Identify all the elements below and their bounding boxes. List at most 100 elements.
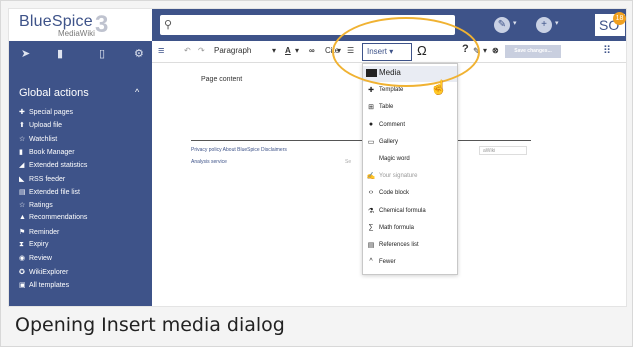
page-body[interactable]: Page content: [201, 76, 242, 83]
sidebar-item[interactable]: ◢ Extended statistics: [19, 161, 87, 174]
logo[interactable]: BlueSpice MediaWiki 3: [9, 9, 152, 41]
search-icon: ⚲: [164, 19, 173, 31]
sidebar-item[interactable]: ▣ All templates: [19, 281, 69, 294]
sidebar-item-label: Upload file: [29, 122, 63, 130]
chevron-up-icon[interactable]: ^: [135, 87, 139, 97]
sidebar-item[interactable]: ✪ WikiExplorer: [19, 268, 68, 281]
logo-mark: 3: [95, 11, 109, 38]
sidebar-section-title[interactable]: Global actions: [19, 87, 89, 99]
sidebar-item[interactable]: ▤ Extended file list: [19, 188, 80, 201]
insert-menu-item-label: Code block: [379, 190, 410, 197]
screenshot-frame: BlueSpice MediaWiki 3 ⚲ ✎ ▾ + ▾ SO 18 ➤ …: [0, 0, 633, 347]
top-bar: BlueSpice MediaWiki 3 ⚲ ✎ ▾ + ▾ SO 18: [9, 9, 626, 41]
sidebar-item[interactable]: ☆ Watchlist: [19, 135, 57, 148]
analysis-service-link[interactable]: Analysis service: [191, 159, 227, 165]
flask-icon: ⚗: [367, 207, 375, 215]
insert-menu-item[interactable]: ✍ Your signature: [363, 169, 457, 185]
signature-icon: ✍: [366, 173, 376, 181]
page-icon[interactable]: ▮: [57, 47, 63, 60]
insert-menu-item-label: References list: [379, 242, 419, 248]
clipboard-icon[interactable]: ▯: [99, 47, 105, 60]
close-icon[interactable]: ⊗: [492, 46, 499, 55]
sidebar-item-label: Book Manager: [29, 148, 75, 156]
sidebar-item[interactable]: ⧗ Expiry: [19, 241, 48, 254]
insert-menu-item[interactable]: ⊞ Table: [363, 100, 457, 116]
footer-search-fragment: Se: [345, 159, 352, 165]
code-icon: ‹›: [368, 189, 374, 197]
insert-menu-item[interactable]: ∑ Math formula: [363, 221, 457, 237]
insert-menu-item-label: Chemical formula: [379, 207, 426, 214]
sigma-icon: ∑: [368, 223, 374, 231]
chevron-down-icon[interactable]: ▾: [555, 19, 559, 27]
footer-divider: [191, 140, 531, 141]
sidebar-item-label: Watchlist: [29, 135, 58, 143]
insert-menu-item[interactable]: ^ Fewer: [363, 255, 457, 271]
chart-icon: ◢: [19, 162, 25, 170]
comment-icon: ●: [368, 120, 374, 128]
references-icon: ▤: [367, 242, 375, 249]
sidebar-item-label: Review: [29, 255, 52, 263]
pencil-icon: ✎: [497, 19, 507, 30]
redo-icon[interactable]: ↷: [198, 46, 205, 55]
plus-icon: +: [541, 19, 547, 30]
save-button[interactable]: Save changes...: [505, 45, 561, 58]
notification-badge[interactable]: 18: [613, 12, 626, 25]
insert-menu-item-label: Template: [379, 87, 404, 94]
gear-icon[interactable]: ⚙: [134, 47, 144, 60]
footer-links[interactable]: Privacy policy About BlueSpice Disclaime…: [191, 147, 287, 153]
sidebar-item[interactable]: ⚑ Reminder: [19, 228, 59, 241]
sidebar-item[interactable]: ✚ Special pages: [19, 108, 73, 121]
insert-menu-item[interactable]: ● Comment: [363, 118, 457, 134]
sidebar-item-label: Recommendations: [29, 214, 88, 222]
paragraph-select[interactable]: Paragraph: [214, 46, 251, 55]
sidebar-item-label: RSS feeder: [29, 175, 66, 183]
navigation-icon[interactable]: ➤: [21, 47, 30, 60]
apps-grid-icon[interactable]: ⠿: [603, 44, 611, 57]
add-button[interactable]: +: [536, 17, 552, 33]
eye-icon: ◉: [19, 255, 26, 263]
sidebar-item[interactable]: ⬆ Upload file: [19, 121, 62, 134]
sidebar-item[interactable]: ◣ RSS feeder: [19, 175, 65, 188]
sidebar-item[interactable]: ☆ Ratings: [19, 201, 53, 214]
insert-menu-item[interactable]: ‹› Code block: [363, 186, 457, 202]
gallery-icon: ▭: [367, 138, 375, 146]
chevron-down-icon[interactable]: ▾: [272, 46, 276, 55]
sidebar-item[interactable]: ◉ Review: [19, 254, 52, 267]
powered-by-badge[interactable]: aWiki: [479, 146, 527, 155]
sidebar: ➤ ▮ ▯ ⚙ Global actions ^ ✚ Special pages ⬆…: [9, 41, 152, 306]
list-icon: ▤: [19, 188, 26, 196]
insert-menu-item[interactable]: Magic word: [363, 152, 457, 168]
insert-menu-item[interactable]: ▤ References list: [363, 238, 457, 254]
undo-icon[interactable]: ↶: [184, 46, 191, 55]
chevron-down-icon[interactable]: ▾: [513, 19, 517, 27]
page-content-text: Page content: [201, 76, 243, 83]
hand-cursor-icon: ☝: [430, 79, 448, 95]
sidebar-toolbar: ➤ ▮ ▯ ⚙: [9, 41, 152, 67]
star-outline-icon: ☆: [19, 202, 26, 210]
caption: Opening Insert media dialog: [15, 314, 285, 336]
sidebar-item-label: Extended file list: [29, 188, 80, 196]
flag-icon: ⚑: [19, 228, 26, 236]
rss-icon: ◣: [19, 175, 25, 183]
insert-menu-item[interactable]: ⚗ Chemical formula: [363, 204, 457, 220]
thumb-icon: ▲: [19, 214, 26, 222]
template-icon: ▣: [19, 281, 26, 289]
chevron-down-icon[interactable]: ▾: [295, 46, 299, 55]
app-window: BlueSpice MediaWiki 3 ⚲ ✎ ▾ + ▾ SO 18 ➤ …: [8, 8, 627, 307]
edit-button[interactable]: ✎: [494, 17, 510, 33]
link-icon[interactable]: ∞: [309, 46, 315, 55]
highlight-annotation: [332, 17, 480, 87]
sidebar-item[interactable]: ▮ Book Manager: [19, 148, 75, 161]
insert-menu-item-label: Fewer: [379, 259, 396, 266]
hourglass-icon: ⧗: [19, 241, 24, 248]
chevron-down-icon[interactable]: ▾: [483, 46, 487, 55]
text-style-icon[interactable]: A: [285, 46, 291, 55]
insert-menu-item-label: Magic word: [379, 156, 410, 162]
puzzle-icon: ✚: [19, 109, 25, 116]
insert-menu-item-label: Comment: [379, 121, 406, 128]
table-icon: ⊞: [368, 104, 374, 112]
insert-menu-item[interactable]: ▭ Gallery: [363, 135, 457, 151]
sidebar-item[interactable]: ▲ Recommendations: [19, 214, 87, 227]
insert-menu-item-label: Table: [379, 104, 394, 111]
menu-icon[interactable]: ≡: [158, 45, 164, 57]
